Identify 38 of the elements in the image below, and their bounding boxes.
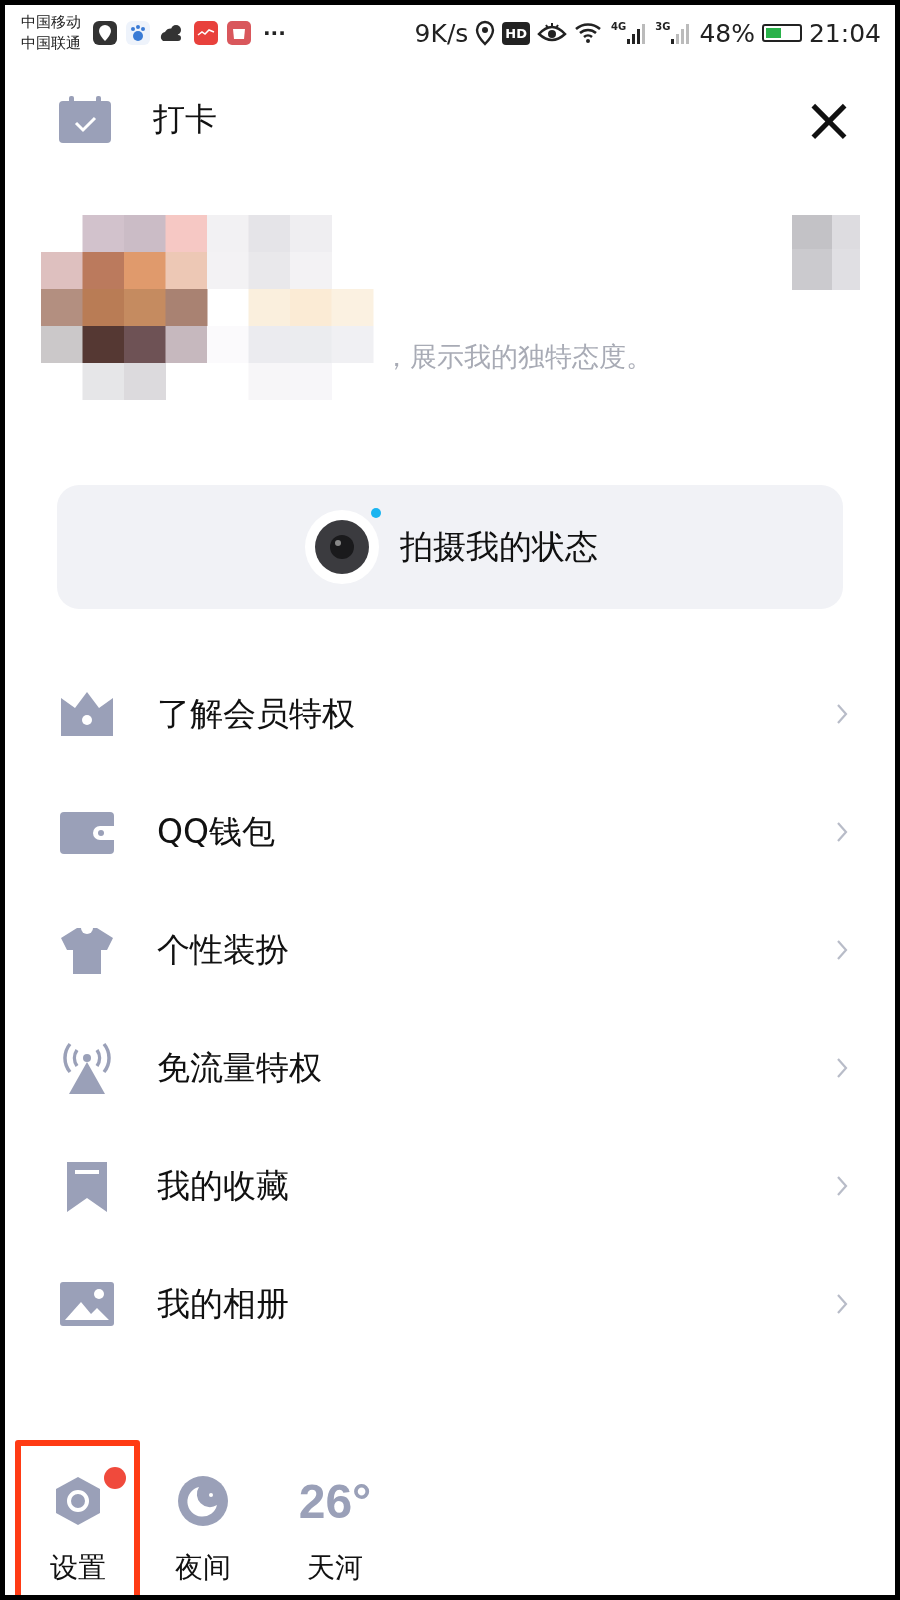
carrier-name: 中国移动: [21, 12, 81, 33]
chevron-right-icon: [835, 1174, 849, 1198]
shop-icon: [226, 20, 252, 46]
temperature: 26°: [298, 1473, 372, 1529]
battery-percent: 48%: [699, 18, 755, 48]
menu-item[interactable]: 我的相册: [5, 1245, 895, 1363]
menu-item[interactable]: 免流量特权: [5, 1009, 895, 1127]
moon-icon: [176, 1475, 229, 1527]
close-button[interactable]: ×: [803, 92, 855, 148]
toolbar-item[interactable]: 夜间: [140, 1440, 265, 1595]
map-pin-icon: [92, 20, 118, 46]
network-speed: 9K/s: [414, 18, 469, 48]
calendar-check-icon: [57, 95, 113, 145]
toolbar-item[interactable]: 设置: [15, 1440, 140, 1595]
carrier-name: 中国联通: [21, 33, 81, 54]
toolbar-item[interactable]: 26° 天河: [265, 1440, 405, 1595]
menu-item[interactable]: QQ钱包: [5, 773, 895, 891]
chevron-right-icon: [835, 1292, 849, 1316]
menu-item[interactable]: 个性装扮: [5, 891, 895, 1009]
app-icon: [193, 20, 219, 46]
checkin-title[interactable]: 打卡: [153, 98, 217, 142]
location-icon: [475, 20, 496, 46]
chevron-right-icon: [835, 702, 849, 726]
more-notifications: ···: [263, 21, 286, 45]
chevron-right-icon: [835, 1056, 849, 1080]
signature-text: ，展示我的独特态度。: [383, 340, 653, 374]
network-type: 4G: [611, 21, 627, 32]
chevron-right-icon: [835, 820, 849, 844]
battery-icon: [761, 24, 802, 42]
hd-badge: HD: [502, 21, 531, 45]
camera-lens-icon: [302, 507, 382, 587]
take-status-photo-button[interactable]: 拍摄我的状态: [57, 485, 843, 609]
network-type: 3G: [655, 21, 671, 32]
menu-item[interactable]: 我的收藏: [5, 1127, 895, 1245]
clock: 21:04: [808, 18, 881, 48]
menu-item[interactable]: 了解会员特权: [5, 655, 895, 773]
paw-icon: [125, 20, 151, 46]
chevron-right-icon: [835, 938, 849, 962]
